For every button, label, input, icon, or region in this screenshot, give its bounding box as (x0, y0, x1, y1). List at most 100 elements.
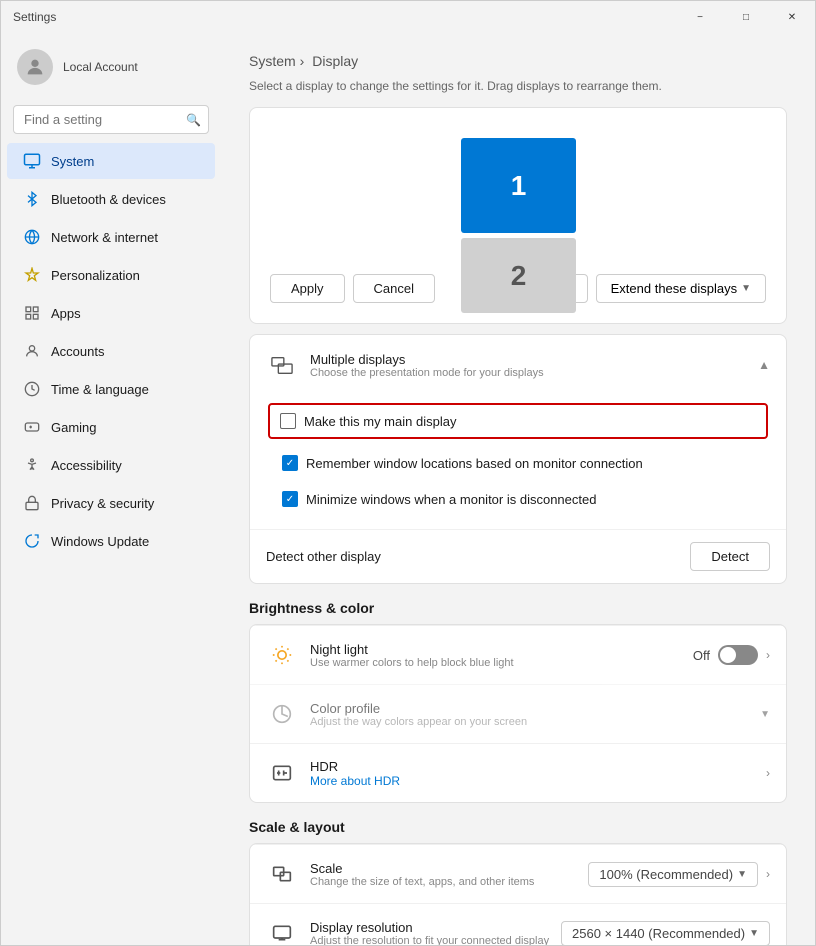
extend-chevron-icon: ▼ (741, 283, 751, 294)
maximize-button[interactable]: □ (723, 1, 769, 33)
sidebar-label-gaming: Gaming (51, 420, 97, 435)
sidebar-item-gaming[interactable]: Gaming (7, 409, 215, 445)
privacy-icon (23, 494, 41, 512)
scale-subtitle: Change the size of text, apps, and other… (310, 876, 534, 888)
cancel-button[interactable]: Cancel (353, 274, 435, 303)
detect-button[interactable]: Detect (690, 542, 770, 571)
personalization-icon (23, 266, 41, 284)
resolution-icon (266, 917, 298, 945)
resolution-item[interactable]: Display resolution Adjust the resolution… (250, 903, 786, 945)
windows-update-icon (23, 532, 41, 550)
sidebar-item-personalization[interactable]: Personalization (7, 257, 215, 293)
display-area: 1 2 (270, 128, 766, 258)
accessibility-icon (23, 456, 41, 474)
main-content: System › Display Select a display to cha… (221, 33, 815, 945)
sidebar-label-network: Network & internet (51, 230, 158, 245)
display-1[interactable]: 1 (461, 138, 576, 233)
sidebar-item-accounts[interactable]: Accounts (7, 333, 215, 369)
page-title-row: System › Display (249, 53, 787, 73)
sidebar-label-accounts: Accounts (51, 344, 104, 359)
sidebar-item-privacy[interactable]: Privacy & security (7, 485, 215, 521)
multiple-displays-body: Make this my main display ✓ Remember win… (250, 395, 786, 529)
scale-chevron-icon: ▼ (737, 869, 747, 880)
color-profile-title: Color profile (310, 701, 527, 716)
subtitle: Select a display to change the settings … (249, 79, 787, 93)
resolution-value: 2560 × 1440 (Recommended) (572, 926, 745, 941)
toggle-knob (720, 647, 736, 663)
minimize-windows-checkbox[interactable]: ✓ (282, 491, 298, 507)
multiple-displays-subtitle: Choose the presentation mode for your di… (310, 367, 544, 379)
bluetooth-icon (23, 190, 41, 208)
hdr-link[interactable]: More about HDR (310, 774, 400, 788)
system-icon (23, 152, 41, 170)
search-input[interactable] (13, 105, 209, 134)
display-selector: 1 2 Apply Cancel Identify Extend these d… (249, 107, 787, 324)
app-body: Local Account 🔍 System Bluetooth & devic… (1, 33, 815, 945)
sidebar-item-windows-update[interactable]: Windows Update (7, 523, 215, 559)
color-profile-item[interactable]: Color profile Adjust the way colors appe… (250, 684, 786, 743)
scale-dropdown[interactable]: 100% (Recommended) ▼ (588, 862, 758, 887)
settings-window: Settings − □ ✕ Local Account 🔍 (0, 0, 816, 946)
account-section: Local Account (1, 37, 221, 97)
make-main-checkbox[interactable] (280, 413, 296, 429)
sidebar-item-bluetooth[interactable]: Bluetooth & devices (7, 181, 215, 217)
color-profile-icon (266, 698, 298, 730)
time-icon (23, 380, 41, 398)
night-light-icon (266, 639, 298, 671)
sidebar-label-privacy: Privacy & security (51, 496, 154, 511)
detect-label: Detect other display (266, 549, 381, 564)
remember-locations-item[interactable]: ✓ Remember window locations based on mon… (266, 445, 770, 481)
hdr-icon (266, 757, 298, 789)
title-bar-controls: − □ ✕ (677, 1, 815, 33)
scale-item[interactable]: Scale Change the size of text, apps, and… (250, 844, 786, 903)
resolution-title: Display resolution (310, 920, 549, 935)
brightness-color-section: Night light Use warmer colors to help bl… (249, 624, 787, 803)
scale-icon (266, 858, 298, 890)
avatar (17, 49, 53, 85)
scale-arrow-icon: › (766, 867, 770, 881)
accounts-icon (23, 342, 41, 360)
brightness-color-label: Brightness & color (249, 600, 787, 616)
minimize-windows-item[interactable]: ✓ Minimize windows when a monitor is dis… (266, 481, 770, 517)
username-label: Local Account (63, 60, 138, 74)
sidebar-item-system[interactable]: System (7, 143, 215, 179)
hdr-item[interactable]: HDR More about HDR › (250, 743, 786, 802)
sidebar-label-system: System (51, 154, 94, 169)
night-light-item[interactable]: Night light Use warmer colors to help bl… (250, 625, 786, 684)
multiple-displays-chevron-icon: ▲ (758, 358, 770, 372)
detect-row: Detect other display Detect (250, 529, 786, 583)
close-button[interactable]: ✕ (769, 1, 815, 33)
sidebar-item-time[interactable]: Time & language (7, 371, 215, 407)
multiple-displays-icon (266, 349, 298, 381)
sidebar-label-apps: Apps (51, 306, 81, 321)
sidebar-label-windows-update: Windows Update (51, 534, 149, 549)
apply-button[interactable]: Apply (270, 274, 345, 303)
display-2[interactable]: 2 (461, 238, 576, 313)
sidebar-item-apps[interactable]: Apps (7, 295, 215, 331)
sidebar-label-personalization: Personalization (51, 268, 140, 283)
scale-value: 100% (Recommended) (599, 867, 733, 882)
night-light-title: Night light (310, 642, 514, 657)
sidebar-item-network[interactable]: Network & internet (7, 219, 215, 255)
resolution-dropdown[interactable]: 2560 × 1440 (Recommended) ▼ (561, 921, 770, 946)
sidebar-label-bluetooth: Bluetooth & devices (51, 192, 166, 207)
search-icon: 🔍 (186, 113, 201, 127)
minimize-button[interactable]: − (677, 1, 723, 33)
breadcrumb: System › (249, 53, 304, 69)
extend-button[interactable]: Extend these displays ▼ (596, 274, 766, 303)
multiple-displays-header[interactable]: Multiple displays Choose the presentatio… (250, 335, 786, 395)
scale-layout-label: Scale & layout (249, 819, 787, 835)
gaming-icon (23, 418, 41, 436)
hdr-chevron-icon: › (766, 766, 770, 780)
scale-title: Scale (310, 861, 534, 876)
sidebar-item-accessibility[interactable]: Accessibility (7, 447, 215, 483)
title-bar: Settings − □ ✕ (1, 1, 815, 33)
night-light-chevron-icon: › (766, 648, 770, 662)
night-light-toggle[interactable] (718, 645, 758, 665)
sidebar-label-accessibility: Accessibility (51, 458, 122, 473)
color-profile-chevron-icon: ▼ (760, 709, 770, 720)
make-main-label: Make this my main display (304, 414, 456, 429)
remember-locations-checkbox[interactable]: ✓ (282, 455, 298, 471)
network-icon (23, 228, 41, 246)
make-main-display-item[interactable]: Make this my main display (268, 403, 768, 439)
